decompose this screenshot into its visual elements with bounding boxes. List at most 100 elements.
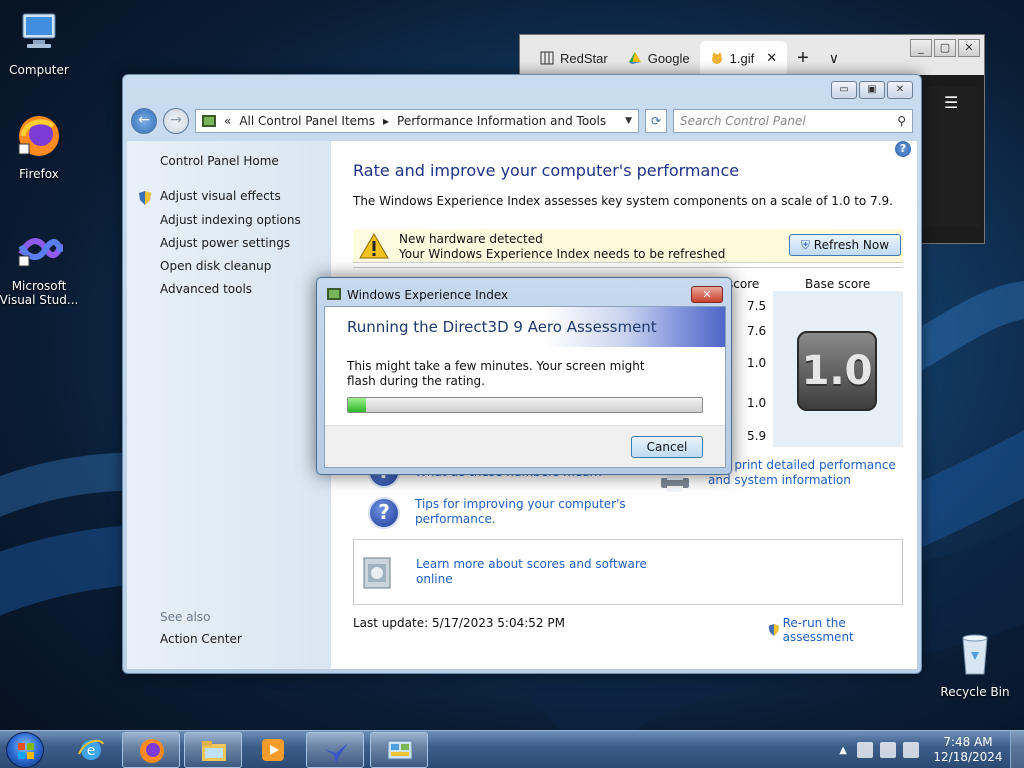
sidebar-item-visual-effects[interactable]: Adjust visual effects [160, 189, 281, 203]
sidebar-item-indexing[interactable]: Adjust indexing options [160, 213, 301, 227]
close-button[interactable]: ✕ [887, 81, 913, 99]
back-button[interactable]: ← [131, 108, 157, 134]
system-tray: ▲ 7:48 AM 12/18/2024 [839, 731, 1024, 768]
taskbar-media-player[interactable] [244, 732, 302, 768]
shield-icon: ⛨ [800, 238, 810, 252]
browser-window-controls: _ ▢ ✕ [910, 39, 980, 57]
last-update-text: Last update: 5/17/2023 5:04:52 PM [353, 616, 565, 630]
new-tab-button[interactable]: + [787, 41, 819, 75]
refresh-now-button[interactable]: ⛨ Refresh Now [789, 234, 901, 256]
desktop-icon-recycle-bin[interactable]: Recycle Bin [933, 630, 1017, 699]
browser-tab-google[interactable]: Google [618, 41, 700, 75]
tips-link[interactable]: Tips for improving your computer's perfo… [415, 497, 626, 527]
subscore-memory: 7.6 [747, 324, 767, 338]
volume-muted-icon[interactable] [903, 742, 919, 758]
maximize-button[interactable]: ▣ [859, 81, 885, 99]
print-details-line2: and system information [708, 473, 851, 487]
browser-close-button[interactable]: ✕ [958, 39, 980, 57]
visual-studio-icon [18, 238, 64, 267]
desktop-icon-firefox[interactable]: Firefox [0, 112, 81, 181]
window-controls: ▭ ▣ ✕ [831, 81, 913, 99]
wei-dialog[interactable]: Windows Experience Index ✕ Running the D… [316, 277, 732, 475]
notice-subtitle: Your Windows Experience Index needs to b… [399, 247, 726, 261]
sidebar: Control Panel Home Adjust visual effects… [127, 141, 331, 669]
learn-more-link[interactable]: Learn more about scores and software onl… [416, 557, 647, 587]
address-dropdown-icon[interactable]: ▼ [625, 116, 632, 126]
wei-close-button[interactable]: ✕ [691, 286, 723, 303]
computer-icon [22, 13, 56, 48]
rerun-assessment-link[interactable]: Re-run the assessment [767, 616, 917, 644]
browser-maximize-button[interactable]: ▢ [934, 39, 956, 57]
action-center-link[interactable]: Action Center [160, 632, 242, 646]
page-description: The Windows Experience Index assesses ke… [353, 194, 893, 208]
control-panel-icon [387, 740, 413, 760]
wei-dialog-content: Running the Direct3D 9 Aero Assessment T… [324, 306, 726, 468]
taskbar-firefox[interactable] [122, 732, 180, 768]
wei-header-banner: Running the Direct3D 9 Aero Assessment [325, 307, 725, 347]
sidebar-item-disk-cleanup[interactable]: Open disk cleanup [160, 259, 271, 273]
forward-button[interactable]: → [163, 108, 189, 134]
shield-icon [768, 624, 779, 636]
rerun-label: Re-run the assessment [782, 616, 854, 644]
breadcrumb-separator-icon: ▸ [382, 114, 390, 128]
wei-header-text: Running the Direct3D 9 Aero Assessment [347, 318, 657, 336]
see-also-heading: See also [160, 610, 211, 624]
learn-more-line1: Learn more about scores and software [416, 557, 647, 571]
search-input[interactable]: Search Control Panel ⚲ [673, 109, 913, 133]
recycle-bin-icon [962, 634, 988, 675]
clock[interactable]: 7:48 AM 12/18/2024 [926, 735, 1010, 765]
minimize-button[interactable]: ▭ [831, 81, 857, 99]
cancel-button[interactable]: Cancel [631, 436, 703, 458]
breadcrumb-prefix[interactable]: « [224, 114, 231, 128]
shield-icon [139, 191, 151, 205]
browser-minimize-button[interactable]: _ [910, 39, 932, 57]
close-tab-icon[interactable]: ✕ [766, 50, 777, 66]
google-drive-icon [628, 52, 641, 64]
taskbar: e ▲ 7:48 AM 12/18/2024 [0, 730, 1024, 768]
breadcrumb-performance[interactable]: Performance Information and Tools [397, 114, 606, 128]
browser-tab-label: Google [647, 50, 690, 66]
help-circle-icon: ? [368, 497, 400, 529]
start-button[interactable] [6, 732, 44, 768]
show-hidden-icons-icon[interactable]: ▲ [839, 745, 847, 756]
search-placeholder: Search Control Panel [680, 114, 806, 128]
refresh-button[interactable]: ⟳ [645, 109, 667, 133]
taskbar-internet-explorer[interactable]: e [62, 732, 120, 768]
subscore-disk: 5.9 [747, 429, 767, 443]
folder-icon [202, 741, 226, 761]
print-details-link[interactable]: and print detailed performance and syste… [708, 458, 896, 488]
taskbar-app-bird[interactable] [306, 732, 364, 768]
sidebar-item-advanced-tools[interactable]: Advanced tools [160, 282, 252, 296]
desktop-icon-label: Computer [9, 63, 69, 77]
network-icon[interactable] [857, 742, 873, 758]
sidebar-home-link[interactable]: Control Panel Home [160, 154, 279, 168]
cat-favicon-icon [711, 52, 722, 64]
base-score-badge: 1.0 [797, 331, 877, 411]
desktop-icon-label: Recycle Bin [940, 685, 1010, 699]
taskbar-explorer[interactable] [184, 732, 242, 768]
breadcrumb-all-items[interactable]: All Control Panel Items [239, 114, 375, 128]
internet-explorer-icon: e [78, 739, 104, 760]
address-row: ← → « All Control Panel Items ▸ Performa… [131, 105, 913, 137]
sidebar-item-power[interactable]: Adjust power settings [160, 236, 290, 250]
taskbar-control-panel[interactable] [370, 732, 428, 768]
hamburger-menu-icon[interactable]: ☰ [944, 93, 958, 112]
media-player-icon [262, 739, 284, 761]
help-icon[interactable]: ? [895, 141, 911, 157]
browser-tab-redstar[interactable]: RedStar [530, 41, 618, 75]
subscore-gaming-graphics: 1.0 [747, 396, 767, 410]
bird-app-icon [324, 743, 348, 763]
subscore-graphics: 1.0 [747, 356, 767, 370]
search-icon[interactable]: ⚲ [897, 114, 906, 128]
desktop-icon-visual-studio[interactable]: Microsoft Visual Stud... [0, 224, 81, 307]
subscore-processor: 7.5 [747, 299, 767, 313]
browser-tab-gif[interactable]: 1.gif ✕ [699, 41, 788, 75]
tab-list-button[interactable]: ∨ [819, 41, 849, 75]
action-center-flag-icon[interactable] [880, 742, 896, 758]
wei-message: This might take a few minutes. Your scre… [347, 359, 645, 388]
browser-content: ☰ [920, 87, 980, 227]
show-desktop-button[interactable] [1010, 731, 1024, 768]
address-bar[interactable]: « All Control Panel Items ▸ Performance … [195, 109, 639, 133]
desktop-icon-computer[interactable]: Computer [0, 8, 81, 77]
wei-footer: Cancel [325, 425, 725, 467]
